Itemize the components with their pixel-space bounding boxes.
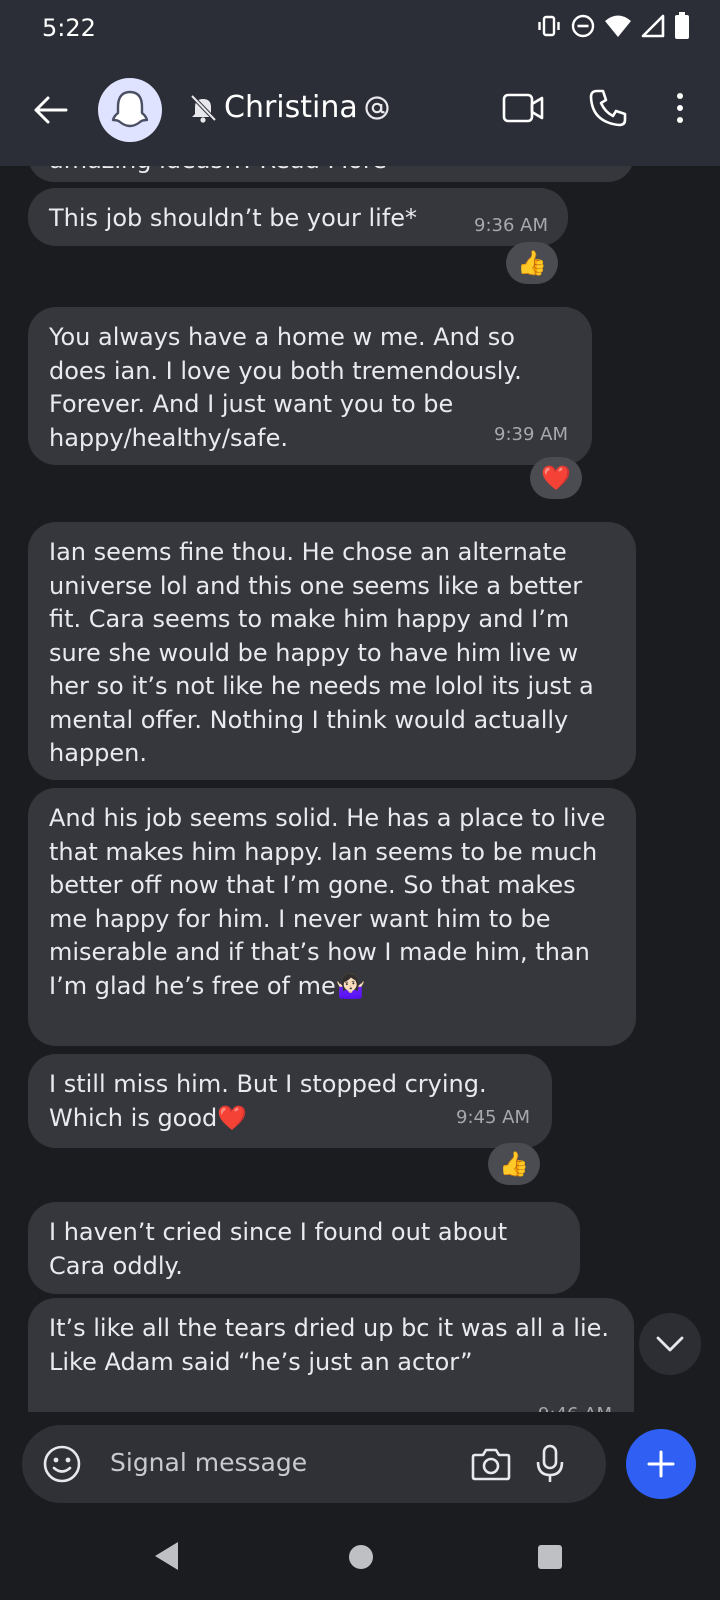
message-time: 9:46 AM — [538, 1398, 612, 1412]
message-text: amazing ideas!!! Read More — [49, 166, 387, 174]
status-bar: 5:22 — [0, 0, 720, 56]
message-reaction[interactable]: 👍 — [488, 1143, 540, 1185]
smile-icon[interactable] — [42, 1444, 82, 1484]
more-vertical-icon[interactable] — [670, 88, 690, 128]
composer: Signal message — [0, 1412, 720, 1516]
scroll-to-bottom-button[interactable] — [639, 1313, 701, 1375]
avatar[interactable] — [98, 78, 162, 142]
message-input-placeholder: Signal message — [110, 1448, 308, 1477]
message-text: I haven’t cried since I found out about … — [49, 1218, 508, 1280]
phone-icon[interactable] — [588, 88, 628, 128]
message-list[interactable]: amazing ideas!!! Read More This job shou… — [0, 166, 720, 1412]
message-text: You always have a home w me. And so does… — [49, 323, 522, 452]
contact-name: Christina — [224, 90, 358, 125]
message-text: I still miss him. But I stopped crying. … — [49, 1070, 487, 1132]
system-nav-bar — [0, 1516, 720, 1600]
message-text: This job shouldn’t be your life* — [49, 204, 418, 232]
message-bubble[interactable]: You always have a home w me. And so does… — [28, 307, 592, 465]
conversation-header: Christina — [0, 56, 720, 166]
nav-home-icon[interactable] — [348, 1544, 374, 1570]
chevron-down-icon — [656, 1336, 684, 1352]
message-text: And his job seems solid. He has a place … — [49, 804, 606, 1000]
status-icons — [536, 12, 690, 40]
wifi-icon — [605, 15, 631, 37]
nav-recents-icon[interactable] — [537, 1544, 563, 1570]
plus-icon — [647, 1450, 675, 1478]
cell-signal-icon — [641, 14, 665, 38]
attach-button[interactable] — [626, 1429, 696, 1499]
message-bubble[interactable]: This job shouldn’t be your life* 9:36 AM — [28, 188, 568, 246]
message-bubble[interactable]: It’s like all the tears dried up bc it w… — [28, 1298, 634, 1412]
at-sign-icon — [365, 95, 389, 120]
message-time: 9:39 AM — [494, 423, 568, 445]
message-input[interactable]: Signal message — [22, 1425, 606, 1503]
message-text: It’s like all the tears dried up bc it w… — [49, 1314, 610, 1376]
video-camera-icon[interactable] — [501, 88, 545, 128]
message-bubble[interactable]: amazing ideas!!! Read More — [28, 166, 634, 182]
arrow-left-icon[interactable] — [30, 90, 70, 130]
vibrate-icon — [538, 15, 560, 37]
message-reaction[interactable]: 👍 — [506, 242, 558, 284]
title-row[interactable]: Christina — [188, 90, 390, 125]
message-bubble[interactable]: Ian seems fine thou. He chose an alterna… — [28, 522, 636, 780]
message-time: 9:45 AM — [456, 1106, 530, 1128]
battery-icon — [675, 12, 689, 39]
status-time: 5:22 — [42, 14, 96, 42]
message-bubble[interactable]: I haven’t cried since I found out about … — [28, 1202, 580, 1294]
nav-back-icon[interactable] — [152, 1540, 182, 1572]
message-time: 9:36 AM — [474, 215, 548, 236]
message-text: Ian seems fine thou. He chose an alterna… — [49, 538, 594, 767]
ghost-icon — [111, 90, 149, 128]
reaction-emoji: 👍 — [517, 249, 547, 277]
message-bubble[interactable]: I still miss him. But I stopped crying. … — [28, 1054, 552, 1148]
camera-icon[interactable] — [470, 1445, 512, 1483]
message-bubble[interactable]: And his job seems solid. He has a place … — [28, 788, 636, 1046]
bell-off-icon — [190, 94, 217, 123]
microphone-icon[interactable] — [534, 1443, 566, 1485]
message-reaction[interactable]: ❤️ — [530, 457, 582, 499]
reaction-emoji: ❤️ — [541, 464, 571, 492]
do-not-disturb-icon — [571, 14, 595, 38]
reaction-emoji: 👍 — [499, 1150, 529, 1178]
